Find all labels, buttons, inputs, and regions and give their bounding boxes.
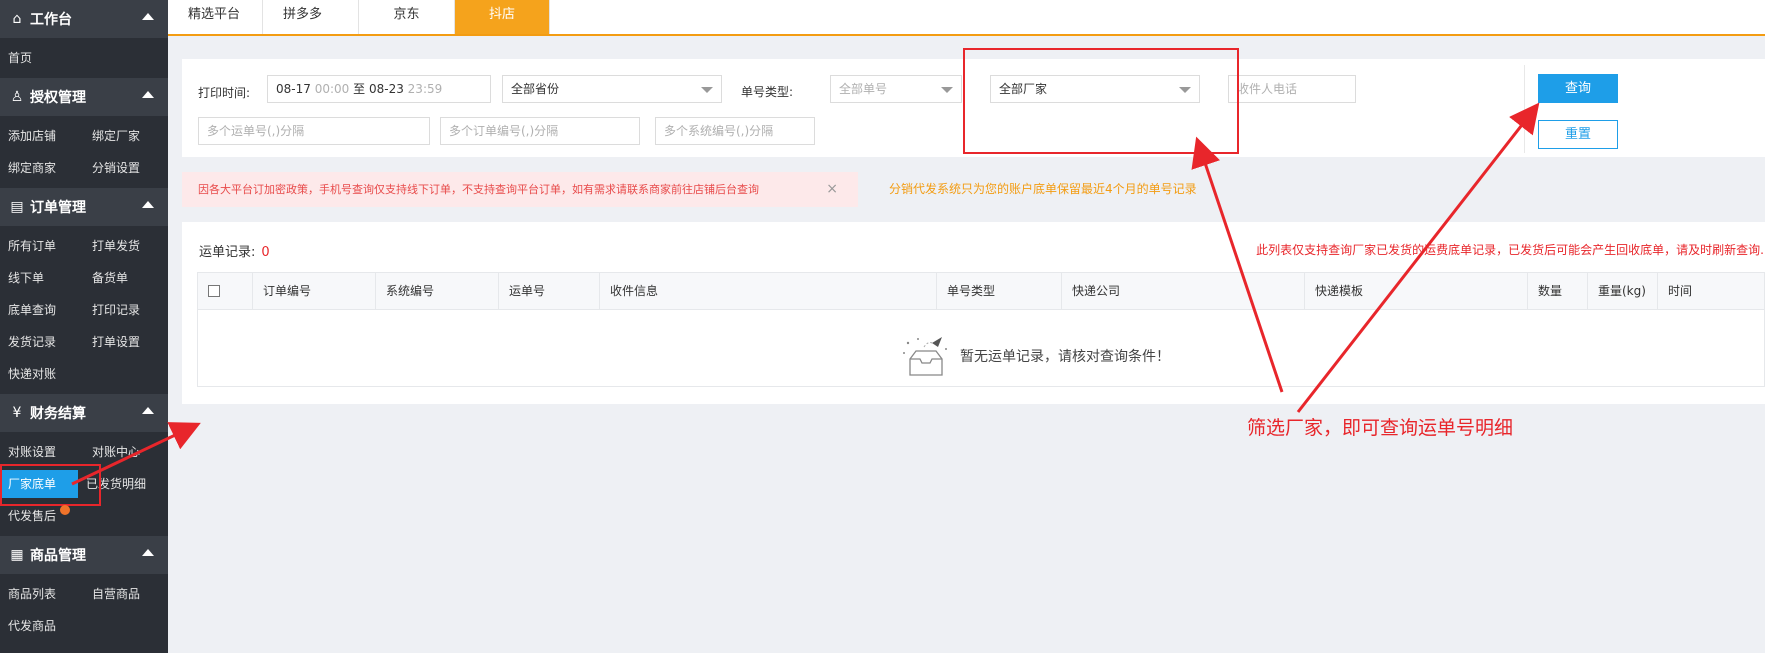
sidebar-item-ship-records[interactable]: 发货记录	[0, 326, 84, 358]
date-range-picker[interactable]: 08-17 00:00 至 08-23 23:59	[267, 75, 491, 103]
user-auth-icon: ♙	[10, 89, 24, 105]
sidebar: ⌂ 工作台 首页 ♙ 授权管理 添加店铺 绑定厂家 绑定商家 分销设置 ▤ 订单…	[0, 0, 168, 653]
select-all-checkbox[interactable]	[208, 284, 220, 297]
select-all-cell	[198, 273, 253, 309]
sidebar-section-workbench[interactable]: ⌂ 工作台	[0, 0, 168, 38]
policy-notice-text: 因各大平台订加密政策，手机号查询仅支持线下订单，不支持查询平台订单，如有需求请联…	[198, 183, 759, 196]
caret-up-icon	[142, 13, 154, 20]
sidebar-section-title: 工作台	[30, 12, 72, 28]
column-system-no: 系统编号	[376, 273, 499, 309]
filter-divider	[1524, 65, 1525, 153]
sidebar-item-home[interactable]: 首页	[0, 42, 84, 74]
notification-dot	[60, 505, 70, 515]
empty-inbox-icon	[903, 337, 947, 376]
sidebar-items-workbench: 首页	[0, 38, 168, 78]
chevron-down-icon	[941, 87, 953, 93]
recipient-phone-input[interactable]: 收件人电话	[1228, 75, 1356, 103]
annotation-highlight-sidebar	[0, 464, 101, 506]
table-body: 暂无运单记录，请核对查询条件！	[197, 309, 1765, 387]
sidebar-items-products: 商品列表 自营商品 代发商品	[0, 574, 168, 646]
sidebar-item-express-reconcile[interactable]: 快递对账	[0, 358, 84, 390]
column-order-type: 单号类型	[937, 273, 1062, 309]
system-no-input[interactable]: 多个系统编号(,)分隔	[655, 117, 815, 145]
platform-tabs: 精选平台 拼多多 京东 抖店	[168, 0, 1765, 36]
chevron-down-icon	[701, 87, 713, 93]
records-title-label: 运单记录:	[199, 245, 256, 260]
date-to: 08-23	[368, 82, 404, 96]
order-type-select[interactable]: 全部单号	[830, 75, 962, 103]
records-count: 0	[261, 245, 270, 260]
sidebar-item-dropship-products[interactable]: 代发商品	[0, 610, 84, 642]
sidebar-section-title: 财务结算	[30, 406, 86, 422]
column-order-no: 订单编号	[253, 273, 376, 309]
sidebar-item-product-list[interactable]: 商品列表	[0, 578, 84, 610]
policy-notice: 因各大平台订加密政策，手机号查询仅支持线下订单，不支持查询平台订单，如有需求请联…	[182, 172, 858, 207]
order-no-input[interactable]: 多个订单编号(,)分隔	[440, 117, 640, 145]
province-select[interactable]: 全部省份	[502, 75, 722, 103]
sidebar-section-orders[interactable]: ▤ 订单管理	[0, 188, 168, 226]
waybill-records-panel: 运单记录: 0 此列表仅支持查询厂家已发货的运费底单记录，已发货后可能会产生回收底…	[182, 222, 1765, 404]
sidebar-item-bind-factory[interactable]: 绑定厂家	[84, 120, 168, 152]
order-list-icon: ▤	[10, 199, 24, 215]
sidebar-item-all-orders[interactable]: 所有订单	[0, 230, 84, 262]
empty-state: 暂无运单记录，请核对查询条件！	[898, 331, 1170, 381]
sidebar-items-auth: 添加店铺 绑定厂家 绑定商家 分销设置	[0, 116, 168, 188]
print-time-label: 打印时间:	[198, 86, 251, 100]
province-value: 全部省份	[511, 82, 560, 96]
caret-up-icon	[142, 91, 154, 98]
sidebar-item-receipt-query[interactable]: 底单查询	[0, 294, 84, 326]
sidebar-item-print-settings[interactable]: 打单设置	[84, 326, 168, 358]
query-button[interactable]: 查询	[1538, 74, 1618, 103]
sidebar-section-auth[interactable]: ♙ 授权管理	[0, 78, 168, 116]
date-from: 08-17	[276, 82, 311, 96]
records-title: 运单记录: 0	[199, 241, 270, 260]
column-express-template: 快递模板	[1305, 273, 1528, 309]
time-to: 23:59	[407, 82, 443, 96]
records-note: 此列表仅支持查询厂家已发货的运费底单记录，已发货后可能会产生回收底单，请及时刷新…	[1256, 243, 1764, 257]
order-type-value: 全部单号	[839, 82, 888, 96]
sidebar-item-own-products[interactable]: 自营商品	[84, 578, 168, 610]
column-recipient-info: 收件信息	[600, 273, 937, 309]
range-separator: 至	[353, 82, 366, 96]
tab-pinduoduo[interactable]: 拼多多	[263, 0, 359, 34]
sidebar-item-add-shop[interactable]: 添加店铺	[0, 120, 84, 152]
waybill-no-input[interactable]: 多个运单号(,)分隔	[198, 117, 430, 145]
tab-douyin[interactable]: 抖店	[455, 0, 550, 34]
sidebar-section-title: 订单管理	[30, 200, 86, 216]
sidebar-section-products[interactable]: ▦ 商品管理	[0, 536, 168, 574]
yen-icon: ¥	[12, 405, 22, 421]
table-header: 订单编号 系统编号 运单号 收件信息 单号类型 快递公司 快递模板 数量 重量(…	[197, 272, 1765, 310]
sidebar-section-finance[interactable]: ¥ 财务结算	[0, 394, 168, 432]
retention-notice: 分销代发系统只为您的账户底单保留最近4个月的单号记录	[889, 182, 1197, 196]
sidebar-item-bind-merchant[interactable]: 绑定商家	[0, 152, 84, 184]
empty-state-text: 暂无运单记录，请核对查询条件！	[960, 349, 1170, 365]
sidebar-item-distribution-settings[interactable]: 分销设置	[84, 152, 168, 184]
sidebar-item-print-ship[interactable]: 打单发货	[84, 230, 168, 262]
grid-icon: ▦	[10, 547, 24, 563]
order-type-label: 单号类型:	[741, 85, 794, 99]
caret-up-icon	[142, 201, 154, 208]
home-icon: ⌂	[12, 11, 22, 27]
reset-button[interactable]: 重置	[1538, 120, 1618, 149]
sidebar-items-orders: 所有订单 打单发货 线下单 备货单 底单查询 打印记录 发货记录 打单设置 快递…	[0, 226, 168, 394]
column-time: 时间	[1668, 284, 1693, 298]
column-quantity: 数量	[1528, 273, 1588, 309]
column-express-company: 快递公司	[1062, 273, 1305, 309]
annotation-highlight-factory	[963, 48, 1239, 154]
column-waybill-no: 运单号	[499, 273, 600, 309]
annotation-text: 筛选厂家，即可查询运单号明细	[1247, 417, 1514, 439]
sidebar-section-title: 授权管理	[30, 90, 86, 106]
time-from: 00:00	[314, 82, 350, 96]
close-icon[interactable]: ×	[826, 172, 838, 207]
sidebar-section-title: 商品管理	[30, 548, 86, 564]
sidebar-item-offline-order[interactable]: 线下单	[0, 262, 84, 294]
column-weight: 重量(kg)	[1588, 273, 1658, 309]
caret-up-icon	[142, 549, 154, 556]
sidebar-item-stock-list[interactable]: 备货单	[84, 262, 168, 294]
caret-up-icon	[142, 407, 154, 414]
tab-jd[interactable]: 京东	[359, 0, 455, 34]
sidebar-item-print-records[interactable]: 打印记录	[84, 294, 168, 326]
tab-selected-platform[interactable]: 精选平台	[168, 0, 263, 34]
